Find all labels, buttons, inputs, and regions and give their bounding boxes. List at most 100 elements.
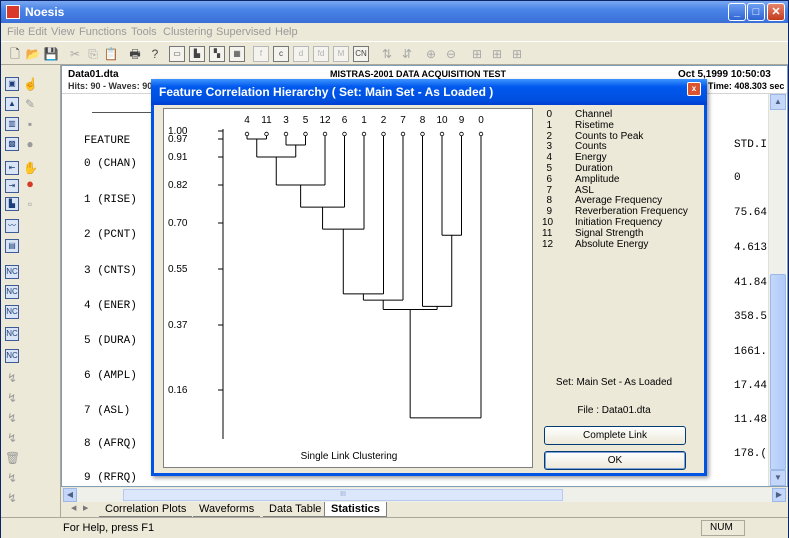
apple-icon[interactable]: ●: [23, 177, 37, 191]
tool-pointer-icon[interactable]: ☝: [23, 77, 38, 91]
tool-shift-icon[interactable]: ⇥: [5, 179, 19, 193]
tool-draw-icon[interactable]: ✎: [23, 97, 37, 111]
feature-distance-icon[interactable]: fd: [313, 46, 329, 62]
copy-icon[interactable]: ⎘: [85, 46, 101, 62]
tool-select-icon[interactable]: ▫: [23, 197, 37, 211]
tool-graph-icon[interactable]: ▲: [5, 97, 19, 111]
tool-nc-2-icon[interactable]: NC: [5, 285, 19, 299]
correlation-icon[interactable]: c: [273, 46, 289, 62]
open-folder-icon[interactable]: 📂: [25, 46, 41, 62]
save-icon[interactable]: 💾: [43, 46, 59, 62]
tool-step-2-icon[interactable]: ↯: [5, 391, 19, 405]
menu-edit[interactable]: Edit: [28, 26, 47, 38]
close-button[interactable]: ✕: [767, 3, 785, 21]
std-value: 17.44: [734, 380, 768, 392]
horizontal-scrollbar[interactable]: ◀ III ▶: [63, 488, 786, 502]
minimize-button[interactable]: _: [728, 3, 746, 21]
menu-help[interactable]: Help: [275, 26, 298, 38]
view-plot-icon[interactable]: ▚: [209, 46, 225, 62]
tab-data-table[interactable]: Data Table: [263, 502, 328, 517]
tool-bars-icon[interactable]: ▥: [5, 117, 19, 131]
paste-icon[interactable]: 📋: [103, 46, 119, 62]
tool-curve-icon[interactable]: 〰: [5, 219, 19, 233]
tool-step-6-icon[interactable]: ↯: [5, 491, 19, 505]
title-bar[interactable]: Noesis _ □ ✕: [1, 1, 788, 23]
help-icon[interactable]: ?: [147, 46, 163, 62]
view-table-icon[interactable]: ▦: [229, 46, 245, 62]
vertical-scrollbar[interactable]: ▲ ▼: [768, 94, 786, 486]
grid-icon[interactable]: ⊞: [469, 46, 485, 62]
cluster-icon[interactable]: CN: [353, 46, 369, 62]
tool-nc-3-icon[interactable]: NC: [5, 305, 19, 319]
tab-next-icon[interactable]: ▶: [83, 504, 88, 512]
tool-nc-5-icon[interactable]: NC: [5, 349, 19, 363]
std-header: STD.I: [734, 139, 768, 151]
new-file-icon[interactable]: 🗋: [7, 46, 23, 62]
ok-button[interactable]: OK: [544, 451, 686, 470]
distance-icon[interactable]: d: [293, 46, 309, 62]
scroll-right-icon[interactable]: ▶: [772, 488, 786, 502]
legend-number: 0: [546, 109, 552, 120]
leaf-node: [342, 131, 347, 137]
menu-view[interactable]: View: [51, 26, 75, 38]
menu-functions[interactable]: Functions: [79, 26, 127, 38]
tool-step-4-icon[interactable]: ↯: [5, 431, 19, 445]
tool-scatter-icon[interactable]: ▩: [5, 137, 19, 151]
tab-statistics[interactable]: Statistics: [324, 502, 387, 517]
view-chart-icon[interactable]: ▙: [189, 46, 205, 62]
tab-correlation-plots[interactable]: Correlation Plots: [99, 502, 193, 517]
legend-name: Absolute Energy: [575, 238, 649, 250]
filter-icon[interactable]: f: [253, 46, 269, 62]
tool-step-1-icon[interactable]: ↯: [5, 371, 19, 385]
tool-frame-icon[interactable]: ▤: [5, 239, 19, 253]
zoom-in-icon[interactable]: ⊕: [423, 46, 439, 62]
scroll-thumb[interactable]: [770, 274, 786, 470]
tool-trash-icon[interactable]: 🗑: [5, 451, 20, 465]
tool-step-5-icon[interactable]: ↯: [5, 471, 19, 485]
menu-tools[interactable]: Tools: [131, 26, 157, 38]
tool-fill-icon[interactable]: ●: [23, 137, 37, 151]
leaf-node: [459, 131, 464, 137]
menu-file[interactable]: File: [7, 26, 25, 38]
scroll-down-icon[interactable]: ▼: [770, 470, 786, 486]
tool-waveform-icon[interactable]: ▣: [5, 77, 19, 91]
legend-number: 10: [542, 217, 554, 228]
window-title: Noesis: [25, 5, 65, 19]
legend-name: Risetime: [575, 119, 614, 131]
leaf-node: [478, 131, 484, 137]
legend-name: ASL: [575, 184, 594, 196]
tool-move-icon[interactable]: ⇤: [5, 161, 19, 175]
toolbar: 🗋 📂 💾 ✂ ⎘ 📋 🖶 ? ▭ ▙ ▚ ▦ f c d fd M CN ⇅ …: [1, 41, 788, 65]
tool-nc-4-icon[interactable]: NC: [5, 327, 19, 341]
expand-icon[interactable]: ⊞: [489, 46, 505, 62]
scroll-up-icon[interactable]: ▲: [770, 94, 786, 110]
cut-icon[interactable]: ✂: [67, 46, 83, 62]
tool-hand-icon[interactable]: ✋: [23, 161, 38, 175]
dialog-close-icon[interactable]: x: [687, 82, 701, 96]
sort-ascending-icon[interactable]: ⇅: [379, 46, 395, 62]
hscroll-thumb[interactable]: III: [123, 489, 563, 501]
tool-erase-icon[interactable]: ▪: [23, 117, 37, 131]
leaf-node: [264, 131, 269, 137]
tool-line-icon[interactable]: ▙: [5, 197, 19, 211]
view-waveform-icon[interactable]: ▭: [169, 46, 185, 62]
complete-link-button[interactable]: Complete Link: [544, 426, 686, 445]
sort-descending-icon[interactable]: ⇵: [399, 46, 415, 62]
dialog-title-bar[interactable]: Feature Correlation Hierarchy ( Set: Mai…: [151, 79, 707, 105]
legend-number: 4: [546, 152, 552, 164]
menu-clustering[interactable]: Clustering: [163, 26, 213, 38]
tool-nc-1-icon[interactable]: NC: [5, 265, 19, 279]
mean-distance-icon[interactable]: M: [333, 46, 349, 62]
print-icon[interactable]: 🖶: [127, 46, 143, 62]
maximize-button[interactable]: □: [747, 3, 765, 21]
tab-prev-icon[interactable]: ◀: [71, 504, 76, 512]
tab-waveforms[interactable]: Waveforms: [193, 502, 261, 517]
menu-supervised[interactable]: Supervised: [216, 26, 271, 38]
leaf-node: [420, 131, 425, 137]
zoom-out-icon[interactable]: ⊖: [443, 46, 459, 62]
scroll-left-icon[interactable]: ◀: [63, 488, 77, 502]
collapse-icon[interactable]: ⊞: [509, 46, 525, 62]
feature-row: 2 (PCNT): [84, 229, 137, 241]
tool-step-3-icon[interactable]: ↯: [5, 411, 19, 425]
leaf-node: [439, 131, 445, 137]
